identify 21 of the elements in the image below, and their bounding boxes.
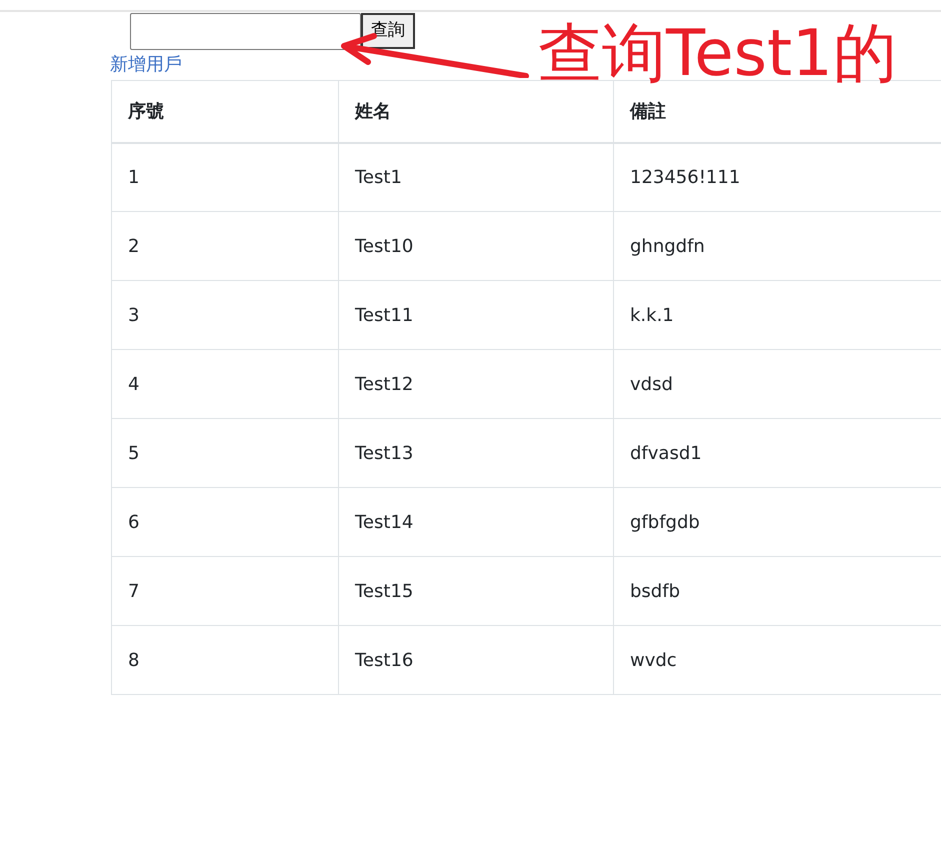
table-cell: 5: [112, 418, 338, 488]
column-header: 序號: [112, 80, 338, 142]
table-cell: 3: [112, 280, 338, 350]
table-cell: Test16: [338, 626, 614, 694]
table-cell: 7: [112, 556, 338, 626]
table-cell: Test13: [338, 418, 614, 488]
table-cell: 8: [112, 626, 338, 694]
table-cell: Test1: [338, 142, 614, 212]
table-cell: Test10: [338, 212, 614, 280]
table-cell: Test15: [338, 556, 614, 626]
table-cell: Test12: [338, 350, 614, 418]
table-cell: 2: [112, 212, 338, 280]
table-cell: Test11: [338, 280, 614, 350]
add-user-link[interactable]: 新增用戶: [110, 54, 182, 75]
table-cell: 1: [112, 142, 338, 212]
table-cell: 4: [112, 350, 338, 418]
table-cell: Test14: [338, 488, 614, 556]
column-header: 姓名: [338, 80, 614, 142]
search-button[interactable]: 查詢: [361, 13, 415, 49]
search-field[interactable]: [130, 13, 361, 50]
table-cell: 6: [112, 488, 338, 556]
